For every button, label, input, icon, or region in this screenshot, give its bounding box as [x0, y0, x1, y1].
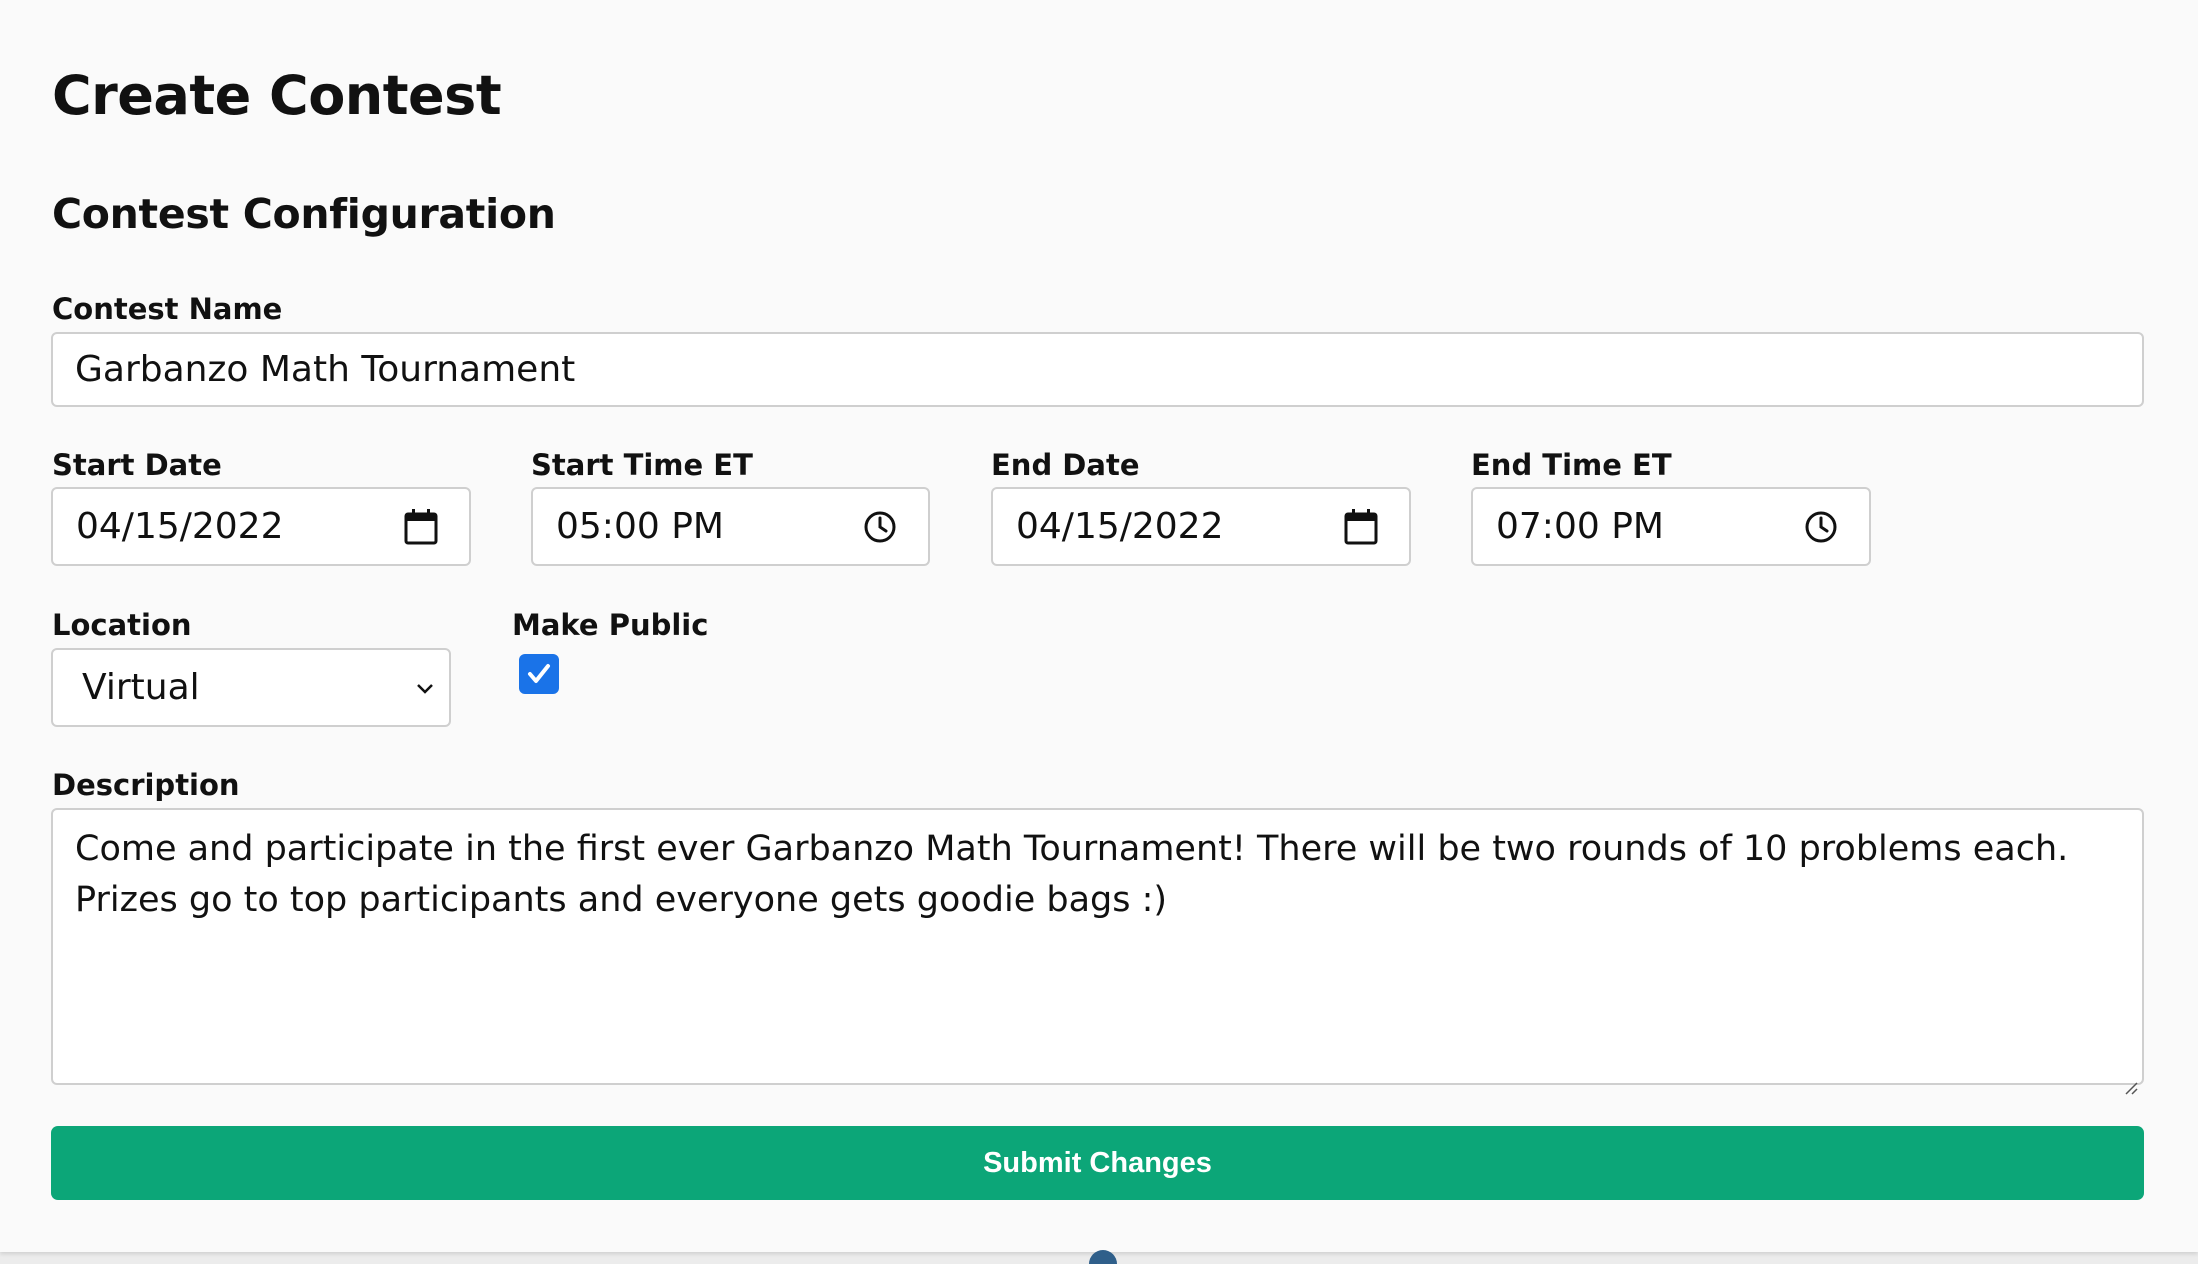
- end-date-label: End Date: [991, 448, 1140, 482]
- scroll-indicator: [1089, 1250, 1117, 1264]
- checkmark-icon: [528, 664, 550, 683]
- end-date-value: 04/15/2022: [1016, 506, 1224, 547]
- start-date-input[interactable]: 04/15/2022: [51, 487, 471, 566]
- submit-changes-button[interactable]: Submit Changes: [51, 1126, 2144, 1200]
- start-time-value: 05:00 PM: [556, 506, 724, 547]
- end-date-input[interactable]: 04/15/2022: [991, 487, 1411, 566]
- clock-icon[interactable]: [1801, 507, 1841, 547]
- description-value: Come and participate in the first ever G…: [75, 829, 2069, 920]
- start-time-input[interactable]: 05:00 PM: [531, 487, 930, 566]
- description-label: Description: [52, 768, 240, 802]
- end-time-label: End Time ET: [1471, 448, 1672, 482]
- page-title: Create Contest: [52, 64, 502, 127]
- contest-name-label: Contest Name: [52, 292, 283, 326]
- chevron-down-icon: [401, 681, 449, 695]
- contest-name-input[interactable]: Garbanzo Math Tournament: [51, 332, 2144, 407]
- start-date-value: 04/15/2022: [76, 506, 284, 547]
- make-public-checkbox[interactable]: [519, 654, 559, 694]
- contest-name-value: Garbanzo Math Tournament: [75, 349, 576, 390]
- start-time-label: Start Time ET: [531, 448, 753, 482]
- clock-icon[interactable]: [860, 507, 900, 547]
- resize-handle-icon[interactable]: [2122, 1063, 2138, 1095]
- location-label: Location: [52, 608, 192, 642]
- start-date-label: Start Date: [52, 448, 222, 482]
- location-value: Virtual: [82, 667, 200, 708]
- end-time-input[interactable]: 07:00 PM: [1471, 487, 1871, 566]
- make-public-label: Make Public: [512, 608, 709, 642]
- end-time-value: 07:00 PM: [1496, 506, 1664, 547]
- calendar-icon[interactable]: [401, 507, 441, 547]
- calendar-icon[interactable]: [1341, 507, 1381, 547]
- description-textarea[interactable]: Come and participate in the first ever G…: [51, 808, 2144, 1095]
- location-select[interactable]: Virtual: [51, 648, 451, 727]
- section-title: Contest Configuration: [52, 190, 556, 238]
- contest-form-card: Create Contest Contest Configuration Con…: [0, 0, 2198, 1252]
